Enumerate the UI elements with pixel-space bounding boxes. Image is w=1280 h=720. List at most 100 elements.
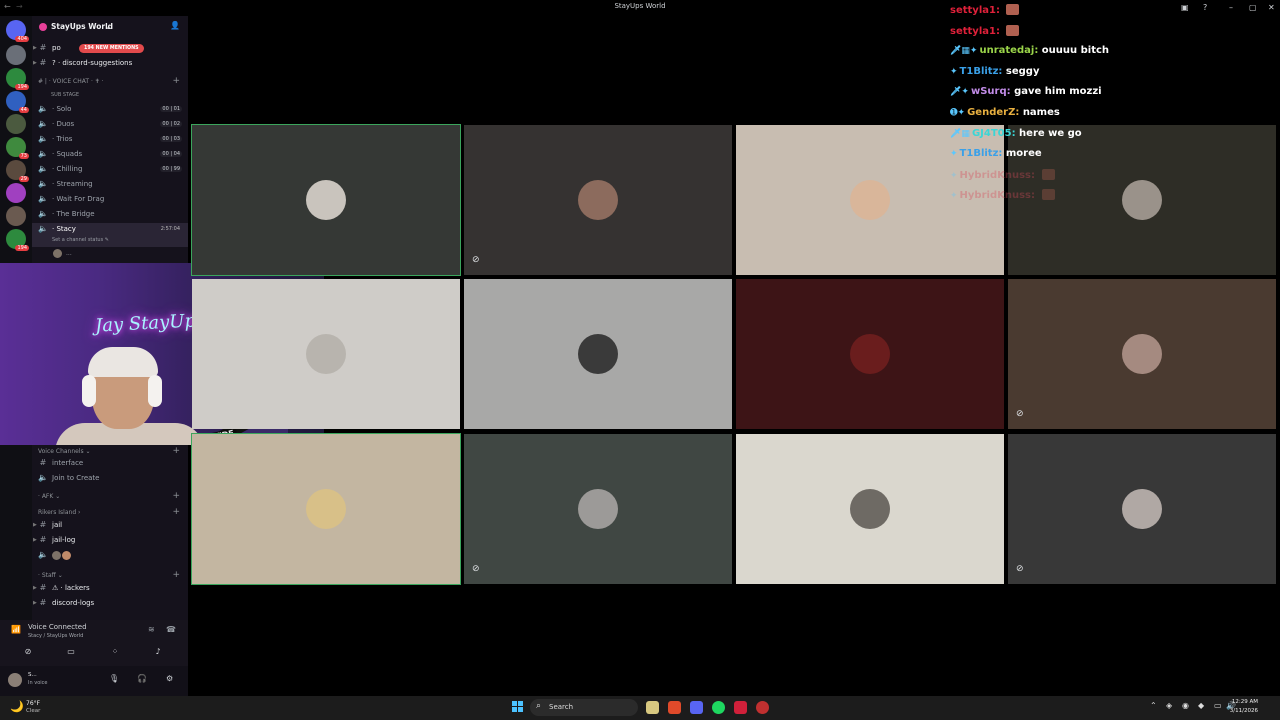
- chat-badge-icon: ✦: [950, 171, 958, 181]
- participant-video-tile[interactable]: ⊘: [1008, 279, 1276, 429]
- server-icon[interactable]: 29: [6, 160, 29, 182]
- disconnect-icon[interactable]: ☎: [166, 625, 176, 634]
- chat-message: 🗡▦✦ unratedaj: ouuuu bitch: [950, 45, 1109, 63]
- voice-channel-streaming[interactable]: 🔈 · Streaming: [32, 178, 188, 192]
- category-rikers-island[interactable]: Rikers Island › +: [32, 507, 188, 519]
- chat-separator: :: [1031, 170, 1039, 181]
- channel-interface[interactable]: # interface: [32, 457, 188, 471]
- settings-gear-icon[interactable]: ⚙: [166, 674, 173, 683]
- channel-label: jail-log: [52, 536, 76, 544]
- signal-icon[interactable]: 📶: [11, 625, 21, 634]
- voice-channel-trios[interactable]: 🔈 · Trios 00 | 03: [32, 133, 188, 147]
- voice-member-avatar[interactable]: [53, 249, 62, 258]
- voice-connected-subtitle[interactable]: Stacy / StayUps World: [28, 633, 83, 639]
- server-icon[interactable]: 194: [6, 68, 29, 90]
- participant-avatar: [1122, 334, 1162, 374]
- add-channel-icon[interactable]: +: [172, 491, 180, 501]
- server-icon[interactable]: [6, 206, 26, 226]
- voice-channel-wait-for-drag[interactable]: 🔈 · Wait For Drag: [32, 193, 188, 207]
- hash-icon: #: [39, 58, 47, 67]
- network-icon[interactable]: ▭: [1214, 701, 1222, 710]
- screen-share-icon[interactable]: ▭: [60, 645, 82, 658]
- server-icon[interactable]: [6, 45, 26, 65]
- server-icon[interactable]: [6, 183, 26, 203]
- channel-lackers[interactable]: ▶ # ⚠ · lackers: [32, 582, 188, 596]
- windows-start-icon[interactable]: [512, 701, 524, 713]
- voice-channel-squads[interactable]: 🔈 · Squads 00 | 04: [32, 148, 188, 162]
- add-channel-icon[interactable]: +: [172, 507, 180, 517]
- participant-video-tile[interactable]: [464, 279, 732, 429]
- spotify-icon[interactable]: [712, 701, 725, 714]
- microphone-icon[interactable]: 🎙: [109, 674, 119, 683]
- voice-channel-jail[interactable]: 🔈: [32, 549, 188, 563]
- clock-date[interactable]: 3/11/2026: [1230, 708, 1258, 714]
- category-label: · Staff ⌄: [38, 572, 63, 579]
- add-member-icon[interactable]: 👤: [170, 21, 180, 30]
- add-channel-icon[interactable]: +: [172, 570, 180, 580]
- taskbar-search[interactable]: ⌕ Search: [530, 699, 638, 716]
- participant-video-tile[interactable]: [736, 279, 1004, 429]
- server-icon[interactable]: 73: [6, 137, 29, 159]
- voice-member-avatar[interactable]: [62, 551, 71, 560]
- collapse-arrow-icon: ▶: [33, 45, 37, 51]
- voice-channel-join-to-create[interactable]: 🔈 Join to Create: [32, 472, 188, 486]
- set-channel-status[interactable]: Set a channel status ✎: [52, 237, 109, 243]
- participant-video-tile[interactable]: ⊘: [464, 125, 732, 275]
- discord-app-icon[interactable]: [690, 701, 703, 714]
- channel-label: interface: [52, 459, 84, 467]
- camera-off-icon[interactable]: ⊘: [17, 645, 39, 658]
- server-icon[interactable]: 194: [6, 229, 29, 251]
- chat-emote-icon: [1006, 4, 1020, 15]
- participant-video-tile[interactable]: ⊘: [464, 434, 732, 584]
- voice-channel-solo[interactable]: 🔈 · Solo 00 | 01: [32, 103, 188, 117]
- voice-member-name: ...: [66, 250, 72, 257]
- adobe-app-icon[interactable]: [734, 701, 747, 714]
- soundboard-icon[interactable]: ♪: [147, 645, 169, 658]
- participant-video-tile[interactable]: [191, 433, 461, 585]
- chat-separator: :: [1015, 107, 1023, 118]
- server-header[interactable]: StayUps World ⌄ 👤: [32, 16, 188, 38]
- participant-avatar: [850, 489, 890, 529]
- add-channel-icon[interactable]: +: [172, 446, 180, 456]
- weather-icon[interactable]: 🌙: [10, 700, 24, 713]
- obs-icon[interactable]: [756, 701, 769, 714]
- chat-message: ✦ HybridKnuss:: [950, 169, 1055, 187]
- channel-discord-logs[interactable]: ▶ # discord-logs: [32, 597, 188, 611]
- channel-jail-log[interactable]: ▶ # jail-log: [32, 534, 188, 548]
- noise-suppression-icon[interactable]: ≋: [148, 625, 155, 634]
- clock-time[interactable]: 12:29 AM: [1232, 699, 1258, 705]
- participant-video-tile[interactable]: ⊘: [1008, 434, 1276, 584]
- brave-browser-icon[interactable]: [668, 701, 681, 714]
- tray-overflow-icon[interactable]: ⌃: [1150, 701, 1157, 710]
- activities-icon[interactable]: ⁘: [104, 645, 126, 658]
- chat-badge-icon: ✦: [950, 191, 958, 201]
- participant-video-tile[interactable]: [736, 434, 1004, 584]
- tray-app-icon[interactable]: ◆: [1198, 701, 1204, 710]
- category-sub-stage[interactable]: SUB STAGE: [32, 90, 188, 102]
- tray-app-icon[interactable]: ◈: [1166, 701, 1172, 710]
- voice-channel-chilling[interactable]: 🔈 · Chilling 00 | 99: [32, 163, 188, 177]
- category-staff[interactable]: · Staff ⌄ +: [32, 570, 188, 582]
- category-afk[interactable]: · AFK ⌄ +: [32, 491, 188, 503]
- tray-app-icon[interactable]: ◉: [1182, 701, 1189, 710]
- voice-channel-stacy[interactable]: 🔈 · Stacy 2:57:04 Set a channel status ✎: [32, 223, 188, 247]
- headphones-icon[interactable]: 🎧: [137, 674, 147, 683]
- chat-username: HybridKnuss: [959, 170, 1032, 181]
- category-voice-chat[interactable]: # | · VOICE CHAT · ✝ · +: [32, 76, 188, 88]
- server-icon[interactable]: 44: [6, 91, 29, 113]
- voice-channel-the-bridge[interactable]: 🔈 · The Bridge: [32, 208, 188, 222]
- weather-temp[interactable]: 76°F: [26, 700, 40, 707]
- participant-video-tile[interactable]: [192, 279, 460, 429]
- add-channel-icon[interactable]: +: [172, 76, 180, 86]
- avatar[interactable]: [8, 673, 22, 687]
- server-icon[interactable]: [6, 114, 26, 134]
- home-server-icon[interactable]: 404: [6, 20, 29, 42]
- voice-channel-duos[interactable]: 🔈 · Duos 00 | 02: [32, 118, 188, 132]
- participant-video-tile[interactable]: [191, 124, 461, 276]
- new-mentions-badge[interactable]: 194 NEW MENTIONS: [79, 44, 144, 53]
- channel-discord-suggestions[interactable]: ▶ # ? · discord-suggestions: [32, 57, 188, 71]
- participant-avatar: [578, 334, 618, 374]
- voice-member-avatar[interactable]: [52, 551, 61, 560]
- channel-jail[interactable]: ▶ # jail: [32, 519, 188, 533]
- file-explorer-icon[interactable]: [646, 701, 659, 714]
